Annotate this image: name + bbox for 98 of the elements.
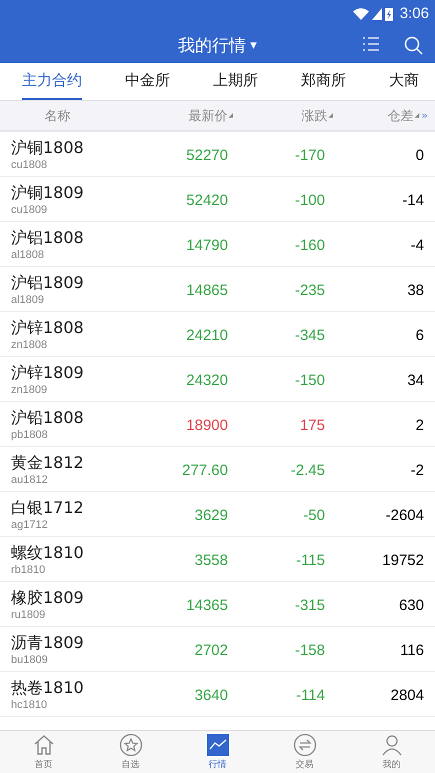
contract-name: 橡胶1809 <box>11 586 84 608</box>
quote-row[interactable]: 黄金1812 au1812 277.60 -2.45 -2 <box>0 447 435 492</box>
quote-row[interactable]: 沪铝1808 al1808 14790 -160 -4 <box>0 222 435 267</box>
price-cell-text: 3629 <box>194 506 228 524</box>
contract-name: 沪锌1808 <box>11 316 84 338</box>
change-cell-text: -114 <box>295 686 325 704</box>
oi-change-cell-text: -2 <box>410 460 424 478</box>
price-cell-text: 18900 <box>185 416 228 434</box>
change-cell-text: -315 <box>294 596 325 614</box>
price-cell-text: 24210 <box>185 326 228 344</box>
oi-change-cell-text: 0 <box>414 146 424 164</box>
contract-code: zn1809 <box>11 382 48 396</box>
change-cell-text: -100 <box>294 190 325 208</box>
price-cell-text: 14790 <box>185 236 228 254</box>
user-icon <box>380 733 404 757</box>
quote-row[interactable]: 沪铝1809 al1809 14865 -235 38 <box>0 267 435 312</box>
change-cell-text: -150 <box>294 370 325 388</box>
price-cell-text: 52420 <box>185 190 228 208</box>
contract-name: 沪铝1809 <box>11 272 84 292</box>
price-cell-text: 3558 <box>194 550 228 568</box>
nav-item[interactable]: 我的 <box>348 731 435 773</box>
oi-change-cell-text: 34 <box>406 370 424 388</box>
change-cell-text: -2.45 <box>290 460 325 478</box>
status-time: 3:06 <box>400 5 429 22</box>
wifi-icon <box>352 8 369 20</box>
price-cell-text: 14865 <box>185 280 228 298</box>
change-cell-text: -345 <box>294 326 325 344</box>
market-tab[interactable]: 中金所 <box>125 63 170 100</box>
chart-icon <box>206 733 230 757</box>
contract-name: 黄金1812 <box>11 452 84 472</box>
change-cell-text: -50 <box>302 506 325 524</box>
contract-code: al1809 <box>11 292 44 306</box>
list-icon[interactable] <box>362 36 380 52</box>
change-cell-text: -235 <box>294 280 325 298</box>
nav-item[interactable]: 行情 <box>174 731 261 773</box>
change-cell-text: -160 <box>294 236 325 254</box>
quote-row[interactable]: 沪铜1809 cu1809 52420 -100 -14 <box>0 177 435 222</box>
contract-code: ru1809 <box>11 608 46 622</box>
trade-icon <box>292 733 316 757</box>
contract-name: 沪锌1809 <box>11 362 84 382</box>
search-icon[interactable] <box>404 36 423 55</box>
change-cell-text: -170 <box>294 146 325 164</box>
contract-code: cu1808 <box>11 158 48 172</box>
price-cell-text: 277.60 <box>181 460 228 478</box>
contract-code: bu1809 <box>11 652 48 666</box>
contract-code: au1812 <box>11 472 48 486</box>
oi-change-cell-text: 630 <box>398 596 424 614</box>
oi-change-cell-text: 2804 <box>390 686 424 704</box>
nav-item[interactable]: 交易 <box>261 731 348 773</box>
oi-change-cell-text: 38 <box>406 280 424 298</box>
oi-change-cell-text: 116 <box>399 640 424 658</box>
price-cell-text: 52270 <box>185 146 228 164</box>
contract-code: al1808 <box>11 248 44 262</box>
change-cell-text: -115 <box>295 550 325 568</box>
contract-name: 沪铅1808 <box>11 406 84 428</box>
contract-name: 螺纹1810 <box>11 542 84 562</box>
contract-code: pb1808 <box>11 428 48 442</box>
market-tab[interactable]: 上期所 <box>213 63 258 100</box>
quote-row[interactable]: 沪锌1808 zn1808 24210 -345 6 <box>0 312 435 357</box>
contract-name: 沥青1809 <box>11 632 84 652</box>
contract-code: zn1808 <box>11 338 48 352</box>
contract-code: cu1809 <box>11 202 48 216</box>
change-cell-text: 175 <box>298 416 325 434</box>
dropdown-caret[interactable]: ▾ <box>250 38 257 52</box>
oi-change-cell-text: -14 <box>401 190 424 208</box>
quote-row[interactable]: 热卷1810 hc1810 3640 -114 2804 <box>0 672 435 717</box>
oi-change-cell-text: 6 <box>414 326 424 344</box>
contract-code: rb1810 <box>11 562 46 576</box>
oi-change-cell-text: 2 <box>414 416 424 434</box>
nav-item[interactable]: 首页 <box>0 731 87 773</box>
contract-name: 沪铜1809 <box>11 182 84 202</box>
battery-icon <box>384 6 393 20</box>
oi-change-cell-text: -4 <box>410 236 424 254</box>
price-cell-text: 3640 <box>194 686 228 704</box>
signal-icon <box>372 8 382 20</box>
change-cell-text: -158 <box>294 640 325 658</box>
market-tab[interactable]: 大商 <box>389 63 419 100</box>
page-title[interactable]: 我的行情 <box>178 34 246 56</box>
quote-row[interactable]: 沪铜1808 cu1808 52270 -170 0 <box>0 132 435 177</box>
contract-name: 白银1712 <box>11 496 84 518</box>
price-cell-text: 14365 <box>185 596 228 614</box>
price-cell-text: 2702 <box>194 640 228 658</box>
market-tab[interactable]: 郑商所 <box>301 63 346 100</box>
contract-name: 热卷1810 <box>11 676 84 698</box>
contract-code: ag1712 <box>11 518 48 532</box>
quote-row[interactable]: 白银1712 ag1712 3629 -50 -2604 <box>0 492 435 537</box>
price-cell-text: 24320 <box>185 370 228 388</box>
quote-row[interactable]: 螺纹1810 rb1810 3558 -115 19752 <box>0 537 435 582</box>
contract-code: hc1810 <box>11 698 48 712</box>
quote-row[interactable]: 沪锌1809 zn1809 24320 -150 34 <box>0 357 435 402</box>
contract-name: 沪铜1808 <box>11 136 84 158</box>
quote-row[interactable]: 沥青1809 bu1809 2702 -158 116 <box>0 627 435 672</box>
quote-row[interactable]: 沪铅1808 pb1808 18900 175 2 <box>0 402 435 447</box>
contract-name: 沪铝1808 <box>11 226 84 248</box>
quote-row[interactable]: 橡胶1809 ru1809 14365 -315 630 <box>0 582 435 627</box>
oi-change-cell-text: -2604 <box>384 506 424 524</box>
oi-change-cell-text: 19752 <box>381 550 424 568</box>
nav-item[interactable]: 自选 <box>87 731 174 773</box>
